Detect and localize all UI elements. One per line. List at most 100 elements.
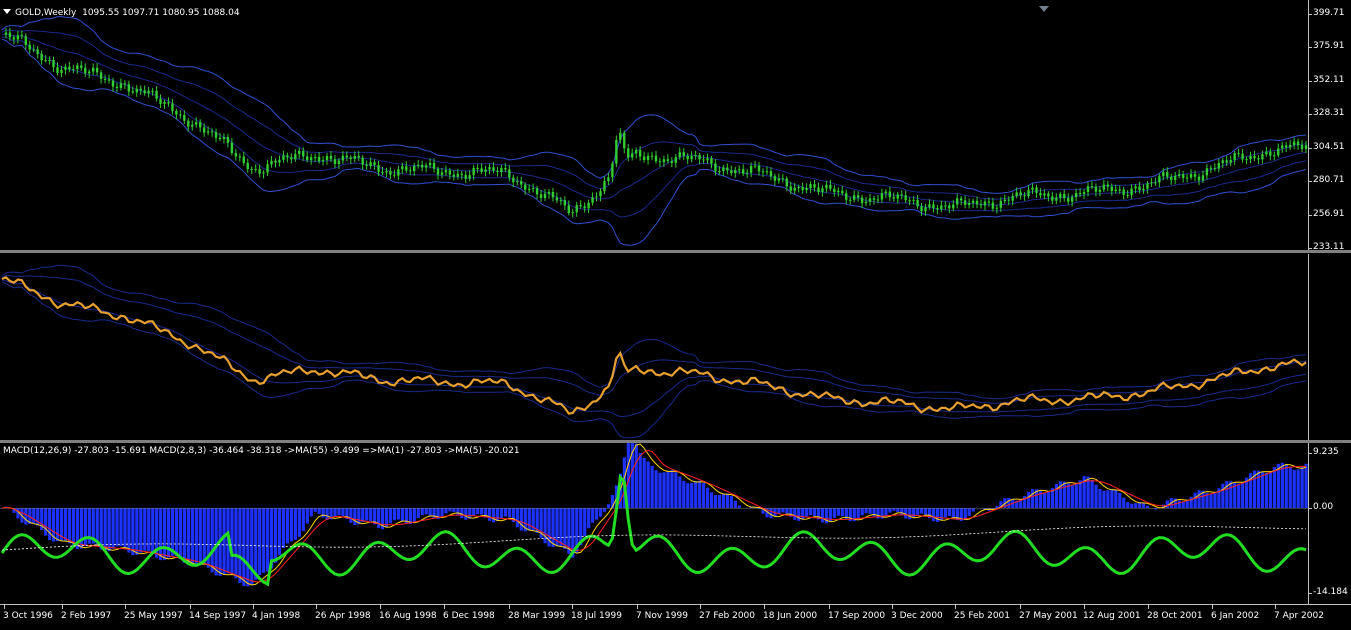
candle-body xyxy=(889,192,891,198)
chart-shift-marker-icon[interactable] xyxy=(1039,6,1049,12)
time-tick-label: 28 Oct 2001 xyxy=(1147,611,1203,621)
candle-body xyxy=(373,162,375,165)
macd-histogram-bar xyxy=(1146,506,1149,508)
candle-body xyxy=(611,164,613,178)
axis-tick xyxy=(1309,14,1312,15)
candle-body xyxy=(274,161,276,163)
candle-body xyxy=(1055,198,1057,201)
time-tick-label: 28 Mar 1999 xyxy=(508,611,565,621)
macd-histogram-bar xyxy=(341,508,344,516)
candle-body xyxy=(1281,145,1283,148)
macd-histogram-bar xyxy=(698,481,701,509)
pane-divider[interactable] xyxy=(0,250,1351,253)
macd-histogram-bar xyxy=(314,508,317,512)
indicator-pane-line[interactable] xyxy=(0,254,1308,440)
candle-body xyxy=(1233,153,1235,160)
time-axis[interactable]: 3 Oct 19962 Feb 199725 May 199714 Sep 19… xyxy=(0,604,1351,630)
macd-histogram-bar xyxy=(448,508,451,511)
candle-body xyxy=(659,161,661,162)
macd-histogram-bar xyxy=(607,504,610,508)
candle-body xyxy=(1004,200,1006,201)
candle-body xyxy=(607,177,609,181)
candle-body xyxy=(476,168,478,169)
time-tick xyxy=(125,605,126,609)
candle-body xyxy=(825,185,827,189)
macd-histogram-bar xyxy=(785,508,788,513)
candle-body xyxy=(1158,176,1160,182)
candle-body xyxy=(468,175,470,179)
macd-histogram-bar xyxy=(151,508,154,554)
candle-body xyxy=(1051,196,1053,200)
macd-histogram-bar xyxy=(726,494,729,509)
candle-body xyxy=(619,133,621,140)
price-tick-label: 304.51 xyxy=(1313,142,1345,152)
macd-histogram-bar xyxy=(651,466,654,508)
candle-body xyxy=(132,91,134,92)
candle-body xyxy=(147,91,149,93)
candle-body xyxy=(746,173,748,174)
time-tick-label: 6 Dec 1998 xyxy=(443,611,495,621)
candle-body xyxy=(504,168,506,169)
macd-histogram-bar xyxy=(215,508,218,575)
macd-histogram-bar xyxy=(1063,482,1066,509)
macd-histogram-bar xyxy=(912,508,915,517)
candle-body xyxy=(1119,190,1121,191)
candle-body xyxy=(730,170,732,173)
candle-body xyxy=(615,140,617,164)
time-tick xyxy=(955,605,956,609)
candle-body xyxy=(920,206,922,211)
candle-body xyxy=(516,181,518,182)
indicator-axis[interactable] xyxy=(1308,254,1351,440)
candle-body xyxy=(413,166,415,171)
macd-histogram-bar xyxy=(131,508,134,555)
macd-histogram-bar xyxy=(908,508,911,519)
macd-histogram-bar xyxy=(349,508,352,523)
macd-histogram-bar xyxy=(670,470,673,508)
candle-body xyxy=(774,176,776,180)
candle-body xyxy=(1099,190,1101,192)
macd-histogram-bar xyxy=(718,495,721,508)
macd-histogram-bar xyxy=(187,508,190,565)
macd-histogram-bar xyxy=(801,508,804,519)
price-axis[interactable]: 399.71375.91352.11328.31304.51280.71256.… xyxy=(1308,0,1351,250)
candle-body xyxy=(532,188,534,189)
macd-axis[interactable]: 9.2350.00-14.184 xyxy=(1308,443,1351,604)
candle-body xyxy=(1269,152,1271,156)
candle-body xyxy=(651,156,653,157)
time-tick-label: 25 May 1997 xyxy=(124,611,183,621)
candle-body xyxy=(36,49,38,53)
candle-body xyxy=(647,156,649,160)
candle-body xyxy=(433,163,435,169)
candle-body xyxy=(417,165,419,166)
candle-body xyxy=(686,156,688,159)
macd-histogram-bar xyxy=(1134,503,1137,508)
macd-histogram-bar xyxy=(1289,468,1292,509)
macd-histogram-bar xyxy=(647,461,650,508)
candle-body xyxy=(1293,141,1295,145)
macd-histogram-bar xyxy=(199,508,202,563)
macd-histogram-bar xyxy=(865,508,868,513)
price-band-4 xyxy=(2,34,1306,206)
candle-body xyxy=(841,191,843,193)
candle-body xyxy=(445,170,447,172)
macd-chart xyxy=(0,443,1308,604)
macd-histogram-bar xyxy=(888,508,891,512)
candle-body xyxy=(425,165,427,167)
price-chart-pane[interactable]: GOLD,Weekly 1095.55 1097.71 1080.95 1088… xyxy=(0,0,1308,250)
time-tick-label: 12 Aug 2001 xyxy=(1083,611,1141,621)
candle-body xyxy=(1206,168,1208,175)
macd-histogram-bar xyxy=(551,508,554,547)
dropdown-triangle-icon[interactable] xyxy=(3,9,11,14)
candle-body xyxy=(893,197,895,198)
candle-body xyxy=(675,157,677,163)
macd-pane[interactable]: MACD(12,26,9) -27.803 -15.691 MACD(2,8,3… xyxy=(0,443,1308,604)
candle-body xyxy=(318,157,320,161)
candle-body xyxy=(1166,172,1168,177)
macd-histogram-bar xyxy=(393,508,396,520)
candle-body xyxy=(199,122,201,127)
price-band-3 xyxy=(2,37,1306,217)
macd-histogram-bar xyxy=(968,508,971,516)
time-tick-label: 7 Nov 1999 xyxy=(636,611,688,621)
macd-histogram-bar xyxy=(1221,484,1224,508)
candle-body xyxy=(1027,190,1029,196)
